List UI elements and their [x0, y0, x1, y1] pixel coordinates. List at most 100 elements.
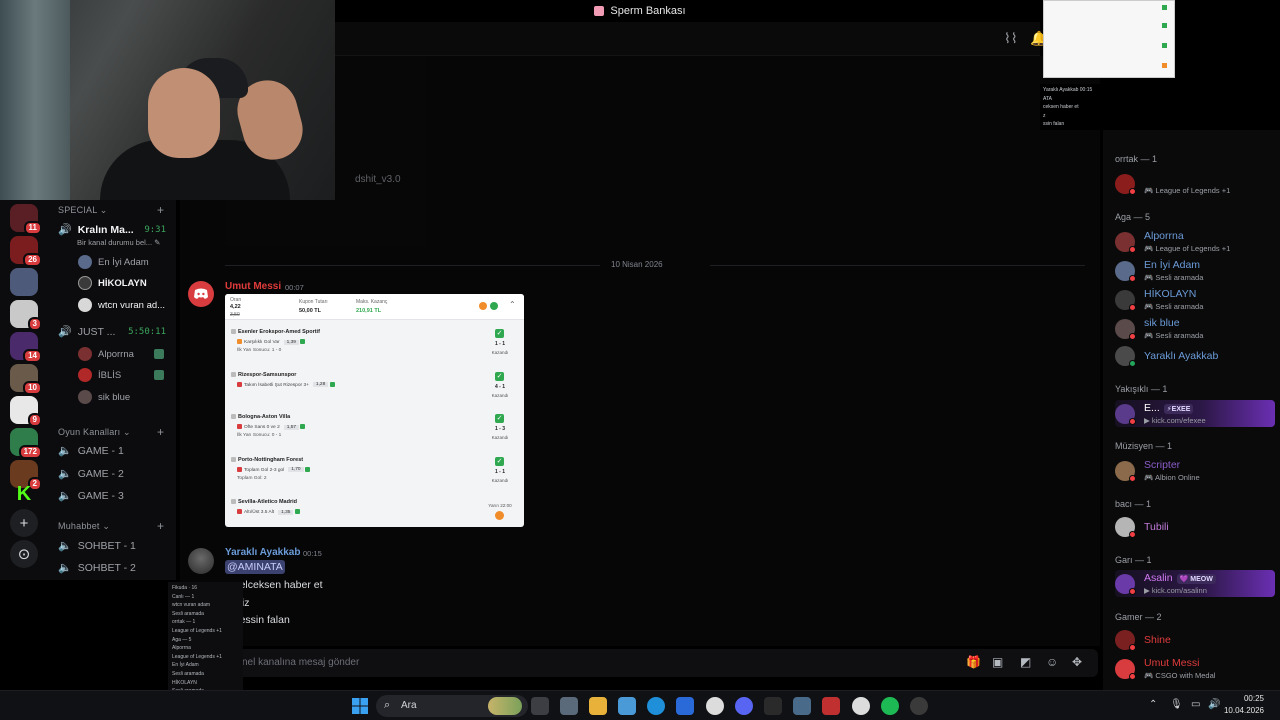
preview-window[interactable] [1043, 0, 1175, 78]
collapse-icon[interactable]: ⌃ [509, 300, 516, 309]
voice-user[interactable]: wtcn vuran ad... [78, 298, 165, 312]
task-view-icon[interactable] [531, 697, 549, 715]
file-explorer-icon[interactable] [589, 697, 607, 715]
pending-icon [479, 302, 487, 310]
app-icon[interactable] [793, 697, 811, 715]
server-icon[interactable] [10, 268, 38, 296]
add-channel-icon[interactable]: + [157, 203, 164, 217]
gift-icon[interactable]: 🎁 [966, 655, 981, 669]
volume-icon[interactable]: 🔊 [1208, 699, 1220, 710]
member-item[interactable]: Yaraklı Ayakkab [1115, 344, 1275, 368]
display-icon[interactable]: ▭ [1191, 699, 1200, 710]
user-avatar[interactable] [188, 281, 214, 307]
user-avatar[interactable] [188, 548, 214, 574]
mini-line: League of Legends +1 [172, 653, 222, 660]
add-channel-icon[interactable]: + [157, 425, 164, 439]
member-item[interactable]: sik blue 🎮 Sesli aramada [1115, 317, 1275, 341]
notepad-icon[interactable] [618, 697, 636, 715]
message-author[interactable]: Umut Messi [225, 281, 281, 292]
mention-tag[interactable]: @AMINATA [225, 560, 285, 574]
mini-line: wtcn vuran adam [172, 602, 211, 609]
member-item[interactable]: E... ⚡EXEE ▶ kick.com/efexee [1115, 400, 1275, 427]
emoji-icon[interactable]: ☺ [1046, 655, 1058, 669]
channel-status[interactable]: Bir kanal durumu bel... ✎ [77, 238, 160, 247]
voice-user[interactable]: sik blue [78, 390, 130, 404]
message-author[interactable]: Yaraklı Ayakkab [225, 547, 300, 558]
member-item[interactable]: 🎮 League of Legends +1 [1115, 172, 1275, 196]
mail-icon[interactable] [676, 697, 694, 715]
discord-icon[interactable] [735, 697, 753, 715]
microphone-icon[interactable]: 🎙 [1170, 699, 1183, 710]
member-item[interactable]: Umut Messi 🎮 CSGO with Medal [1115, 657, 1275, 681]
member-item[interactable]: HİKOLAYN 🎮 Sesli aramada [1115, 288, 1275, 312]
search-label: Ara [401, 700, 417, 711]
match-pick: Ofte Sans 0 ve 2 1,57 [237, 424, 307, 430]
store-icon[interactable] [560, 697, 578, 715]
server-icon[interactable]: 11 [10, 204, 42, 235]
server-icon[interactable]: 10 [10, 364, 42, 395]
voicemod-icon[interactable] [822, 697, 840, 715]
kick-server-icon[interactable]: K [10, 480, 38, 508]
match-result: Kazandı [491, 350, 509, 355]
start-icon[interactable] [351, 697, 369, 715]
category-special[interactable]: SPECIAL ⌄ [58, 205, 108, 216]
member-name: Shine [1144, 634, 1171, 646]
message-mention[interactable]: @AMINATA [225, 560, 285, 574]
threads-icon[interactable]: ⌇⌇ [1004, 30, 1018, 47]
app-icon[interactable] [910, 697, 928, 715]
tray-chevron-icon[interactable]: ⌃ [1149, 699, 1157, 710]
server-icon[interactable]: 14 [10, 332, 42, 363]
message-composer[interactable]: nel kanalına mesaj gönder 🎁 ▣ ◩ ☺ ✥ [236, 649, 1098, 677]
server-icon[interactable]: 3 [10, 300, 42, 331]
member-item[interactable]: Asalin 💜 MEOW ▶ kick.com/asalinn [1115, 570, 1275, 597]
voice-channel[interactable]: 🔈 SOHBET - 1 [58, 539, 136, 553]
channel-label: Kralın Ma... [77, 223, 134, 236]
voice-channel-kralin[interactable]: 🔊 Kralın Ma... [58, 223, 134, 237]
voice-channel[interactable]: 🔈 GAME - 1 [58, 444, 124, 458]
match-pick: Altı/Üst 3.5 Alt 1,35 [237, 509, 302, 515]
chrome-icon[interactable] [852, 697, 870, 715]
app-icon[interactable] [764, 697, 782, 715]
voice-channel[interactable]: 🔈 GAME - 2 [58, 467, 124, 481]
bet-slip-image[interactable]: Oran 4,22 3,50 Kupon Tutarı 50,00 TL Mak… [225, 294, 524, 527]
voice-channel[interactable]: 🔈 SOHBET - 2 [58, 561, 136, 575]
match-result: Kazandı [491, 435, 509, 440]
sticker-icon[interactable]: ◩ [1020, 655, 1031, 669]
search-icon: ⌕ [384, 699, 391, 711]
server-icon[interactable]: 172 [10, 428, 42, 459]
member-item[interactable]: Shine [1115, 628, 1275, 652]
add-channel-icon[interactable]: + [157, 519, 164, 533]
voice-user-label: wtcn vuran ad... [98, 299, 166, 311]
member-group-label: Gamer — 2 [1115, 612, 1162, 622]
member-item[interactable]: Tubili [1115, 515, 1275, 539]
apps-icon[interactable]: ✥ [1072, 655, 1082, 669]
voice-user[interactable]: HİKOLAYN [78, 276, 147, 290]
voice-channel-just[interactable]: 🔊 JUST ... [58, 325, 116, 339]
member-item[interactable]: Scripter 🎮 Albion Online [1115, 459, 1275, 483]
member-item[interactable]: Alporrna 🎮 League of Legends +1 [1115, 230, 1275, 254]
server-icon[interactable]: 26 [10, 236, 42, 267]
mini-line: Sesli aramada [172, 610, 204, 617]
taskbar-search[interactable]: ⌕ Ara [376, 695, 528, 717]
member-item[interactable]: En İyi Adam 🎮 Sesli aramada [1115, 259, 1275, 283]
taskbar-clock[interactable]: 00:25 10.04.2026 [1224, 693, 1264, 717]
voice-user[interactable]: En İyi Adam [78, 255, 149, 269]
voice-user[interactable]: Alporrna [78, 347, 134, 361]
discover-icon[interactable]: ⊙ [10, 540, 38, 568]
member-activity: 🎮 League of Legends +1 [1144, 244, 1231, 253]
category-games[interactable]: Oyun Kanalları ⌄ [58, 427, 131, 438]
edit-icon[interactable]: ✎ [154, 238, 160, 247]
voice-user[interactable]: İBLİS [78, 368, 121, 382]
edge-icon[interactable] [647, 697, 665, 715]
channel-label: JUST ... [77, 325, 116, 338]
gif-icon[interactable]: ▣ [992, 655, 1003, 669]
message-timestamp: 00:15 [303, 549, 322, 558]
category-muhabbet[interactable]: Muhabbet ⌄ [58, 521, 110, 532]
channel-label: SOHBET - 2 [77, 561, 136, 574]
voice-channel[interactable]: 🔈 GAME - 3 [58, 489, 124, 503]
channel-sidebar: SPECIAL ⌄ + 🔊 Kralın Ma... 9:31 Bir kanal… [48, 200, 176, 580]
add-server-icon[interactable]: + [10, 509, 38, 537]
chrome-icon[interactable] [706, 697, 724, 715]
server-icon[interactable]: 9 [10, 396, 42, 427]
spotify-icon[interactable] [881, 697, 899, 715]
